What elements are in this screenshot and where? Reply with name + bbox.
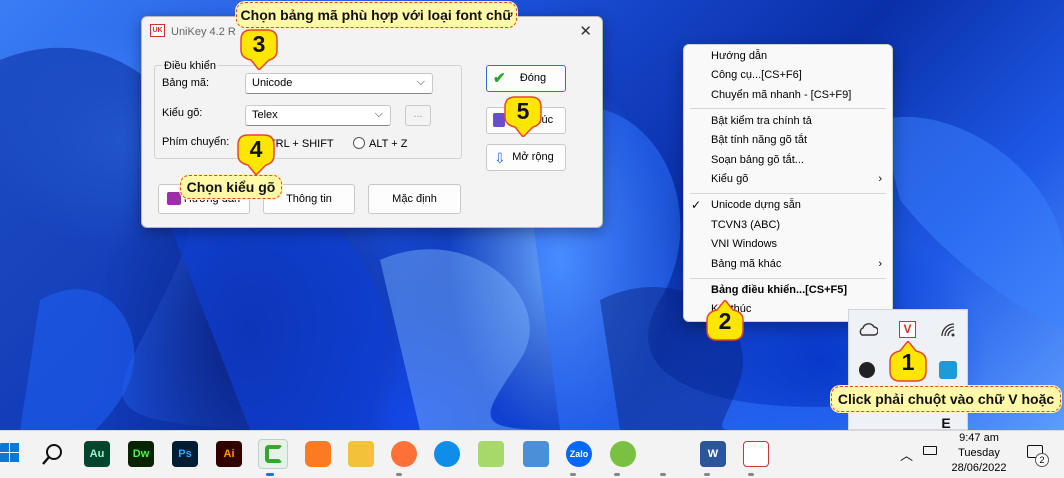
menu-separator	[690, 193, 886, 194]
dreamweaver-icon[interactable]: Dw	[128, 441, 154, 467]
bang-ma-select[interactable]: Unicode ⌵	[245, 73, 433, 94]
running-indicator	[704, 473, 710, 476]
mo-rong-label: Mở rộng	[512, 151, 554, 163]
step-1-badge: 1	[888, 341, 928, 382]
word-icon[interactable]: W	[700, 441, 726, 467]
zalo-icon[interactable]: Zalo	[566, 441, 592, 467]
chevron-down-icon: ⌵	[374, 108, 383, 120]
menu-item-huong-dan[interactable]: Hướng dẫn	[711, 50, 767, 62]
phim-chuyen-label: Phím chuyển:	[162, 136, 230, 148]
chevron-right-icon: ›	[878, 173, 882, 185]
unikey-logo-icon: UK	[150, 24, 165, 37]
mo-rong-button[interactable]: ⇩ Mở rộng	[486, 144, 566, 171]
alt-z-radio[interactable]: ALT + Z	[353, 137, 407, 150]
step-5-badge: 5	[503, 95, 543, 137]
camtasia-icon[interactable]	[258, 439, 288, 469]
dong-label: Đóng	[519, 72, 547, 84]
menu-item-soan-bang-go-tat[interactable]: Soạn bảng gõ tắt...	[711, 154, 804, 166]
step-4-number: 4	[249, 136, 263, 162]
unikey-context-menu: Hướng dẫn Công cụ...[CS+F6] Chuyển mã nh…	[683, 44, 893, 322]
running-indicator	[570, 473, 576, 476]
app-tray-icon[interactable]	[859, 362, 875, 378]
teamviewer-tray-icon[interactable]	[939, 361, 957, 379]
firefox-icon[interactable]	[391, 441, 417, 467]
radio-icon	[353, 137, 365, 149]
bang-ma-label: Bảng mã:	[162, 77, 210, 89]
active-indicator	[266, 473, 274, 476]
clock-date[interactable]: 28/06/2022	[939, 462, 1019, 474]
menu-item-kiem-tra-chinh-ta[interactable]: Bật kiểm tra chính tả	[711, 115, 812, 127]
step-2-number: 2	[718, 308, 732, 334]
book-icon	[167, 192, 181, 205]
clock-time[interactable]: 9:47 am	[939, 432, 1019, 444]
step-4-badge: 4	[236, 133, 276, 175]
bang-ma-hint-callout: Chọn bảng mã phù hợp với loại font chữ	[236, 2, 517, 28]
coccoc-icon[interactable]	[610, 441, 636, 467]
unikey-tray-icon[interactable]: V	[899, 321, 916, 338]
chevron-up-icon[interactable]: ︿	[900, 445, 913, 464]
control-group-title: Điều khiển	[162, 60, 218, 72]
onedrive-icon[interactable]	[858, 322, 878, 336]
clock-day[interactable]: Tuesday	[939, 447, 1019, 459]
menu-item-chuyen-ma-nhanh[interactable]: Chuyển mã nhanh - [CS+F9]	[711, 89, 851, 101]
menu-item-tcvn3[interactable]: TCVN3 (ABC)	[711, 219, 780, 231]
menu-separator	[690, 278, 886, 279]
close-icon[interactable]: ✕	[579, 22, 592, 40]
taskbar: Au Dw Ps Ai Zalo W ︿ 9:47 am Tuesday 28/…	[0, 430, 1064, 478]
checkmark-icon: ✔	[493, 70, 506, 87]
chevron-down-icon: ⌵	[416, 76, 425, 88]
xampp-icon[interactable]	[305, 441, 331, 467]
search-icon[interactable]	[40, 441, 66, 467]
paint-tool-icon[interactable]	[523, 441, 549, 467]
running-indicator	[748, 473, 754, 476]
unikey-title: UniKey 4.2 R	[171, 26, 236, 38]
step-1-number: 1	[901, 349, 915, 375]
menu-item-go-tat[interactable]: Bật tính năng gõ tắt	[711, 134, 807, 146]
checkmark-icon: ✓	[691, 198, 702, 212]
notepad-plus-icon[interactable]	[478, 441, 504, 467]
step-5-number: 5	[516, 98, 530, 124]
kieu-go-value: Telex	[252, 109, 278, 121]
audition-icon[interactable]: Au	[84, 441, 110, 467]
menu-item-vni-windows[interactable]: VNI Windows	[711, 238, 777, 250]
running-indicator	[396, 473, 402, 476]
windows-start-icon[interactable]	[0, 441, 20, 467]
menu-item-kieu-go[interactable]: Kiểu gõ	[711, 173, 748, 185]
network-icon[interactable]	[940, 322, 956, 338]
photoshop-icon[interactable]: Ps	[172, 441, 198, 467]
notification-count-badge: 2	[1035, 453, 1049, 467]
menu-item-bang-dieu-khien[interactable]: Bảng điều khiển...[CS+F5]	[711, 284, 847, 296]
chevron-right-icon: ›	[878, 258, 882, 270]
illustrator-icon[interactable]: Ai	[216, 441, 242, 467]
teamviewer-icon[interactable]	[434, 441, 460, 467]
file-explorer-icon[interactable]	[348, 441, 374, 467]
menu-item-unicode-dung-san[interactable]: Unicode dựng sẵn	[711, 199, 801, 211]
kieu-go-select[interactable]: Telex ⌵	[245, 105, 391, 126]
click-hint-callout: Click phải chuột vào chữ V hoặc E	[831, 386, 1061, 431]
bang-ma-value: Unicode	[252, 77, 293, 89]
menu-item-bang-ma-khac[interactable]: Bảng mã khác	[711, 258, 781, 270]
kieu-go-label: Kiểu gõ:	[162, 107, 203, 119]
step-2-badge: 2	[705, 300, 745, 341]
battery-icon[interactable]	[923, 446, 937, 455]
step-3-number: 3	[252, 31, 266, 57]
unikey-taskbar-icon[interactable]	[743, 441, 769, 467]
ellipsis-button[interactable]: ...	[405, 105, 431, 126]
arrow-down-icon: ⇩	[494, 150, 506, 166]
menu-separator	[690, 108, 886, 109]
running-indicator	[614, 473, 620, 476]
running-indicator	[660, 473, 666, 476]
dong-button[interactable]: ✔ Đóng	[486, 65, 566, 92]
menu-item-cong-cu[interactable]: Công cụ...[CS+F6]	[711, 69, 802, 81]
kieu-go-hint-callout: Chọn kiểu gõ	[180, 175, 282, 199]
mac-dinh-button[interactable]: Mặc định	[368, 184, 461, 214]
alt-z-label: ALT + Z	[369, 138, 408, 150]
step-3-badge: 3	[239, 28, 279, 70]
